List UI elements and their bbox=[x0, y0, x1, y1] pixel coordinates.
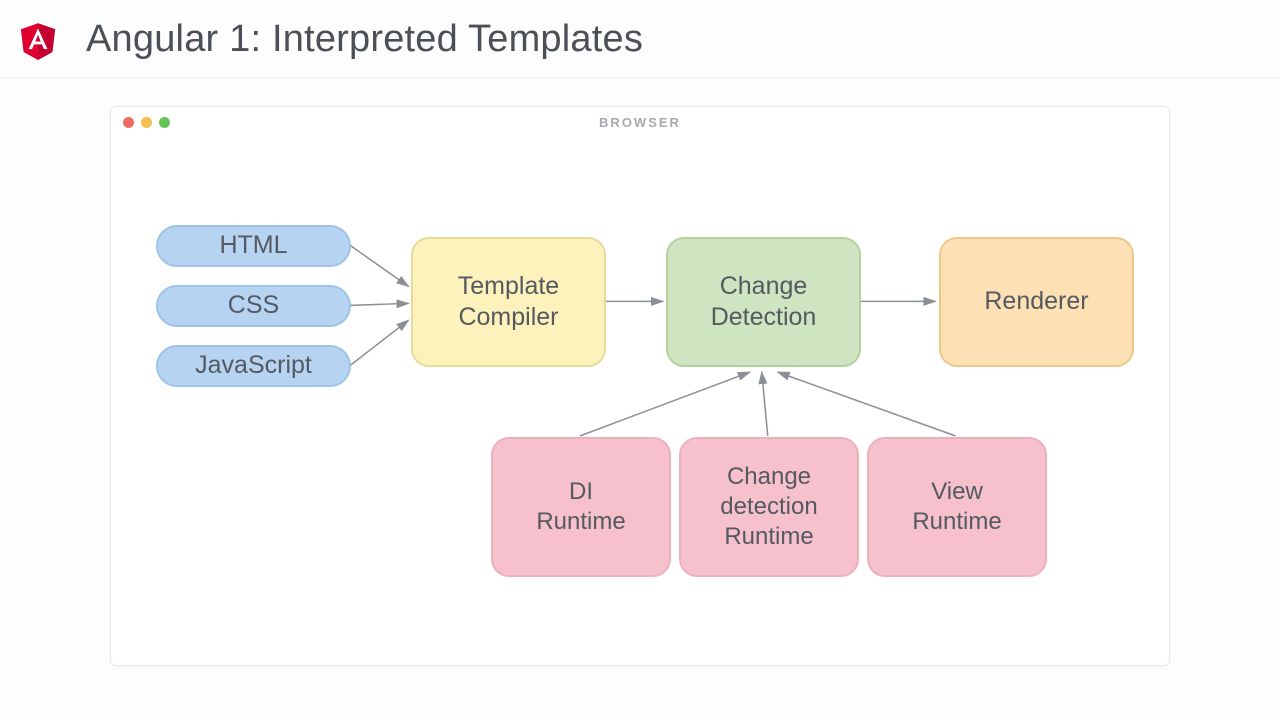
browser-frame: BROWSER bbox=[110, 106, 1170, 666]
template-compiler-node: TemplateCompiler bbox=[411, 237, 606, 367]
slide-header: Angular 1: Interpreted Templates bbox=[0, 0, 1280, 78]
change-detection-node: ChangeDetection bbox=[666, 237, 861, 367]
cd-runtime-node: ChangedetectionRuntime bbox=[679, 437, 859, 577]
angular-logo-icon bbox=[18, 20, 58, 60]
view-runtime-node: ViewRuntime bbox=[867, 437, 1047, 577]
di-runtime-node: DIRuntime bbox=[491, 437, 671, 577]
renderer-node: Renderer bbox=[939, 237, 1134, 367]
diagram: HTML CSS JavaScript TemplateCompiler Cha… bbox=[111, 137, 1169, 665]
input-html-node: HTML bbox=[156, 225, 351, 267]
slide-title: Angular 1: Interpreted Templates bbox=[86, 18, 643, 61]
browser-titlebar: BROWSER bbox=[111, 107, 1169, 137]
slide-content: BROWSER bbox=[0, 78, 1280, 666]
browser-label: BROWSER bbox=[111, 115, 1169, 130]
input-css-node: CSS bbox=[156, 285, 351, 327]
input-js-node: JavaScript bbox=[156, 345, 351, 387]
